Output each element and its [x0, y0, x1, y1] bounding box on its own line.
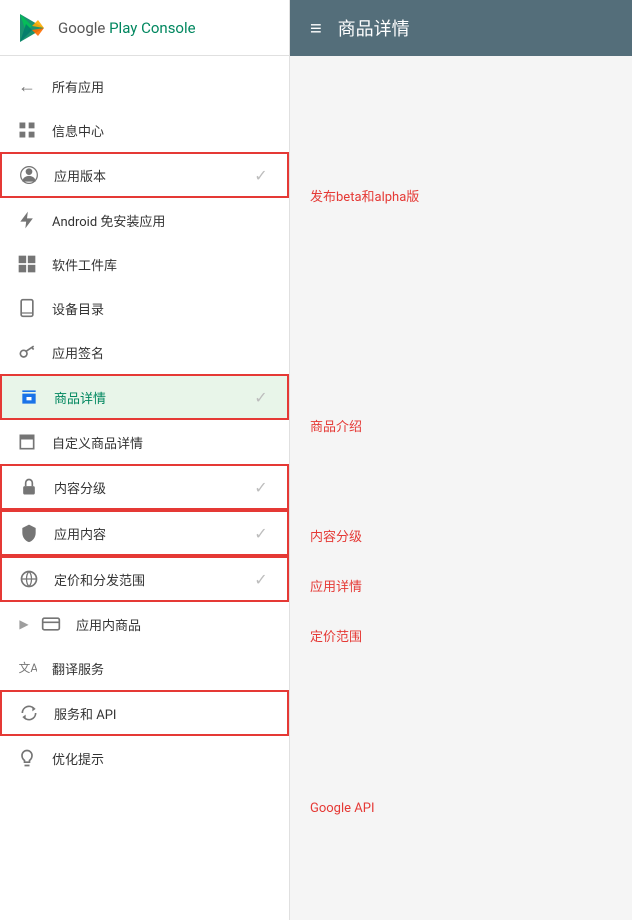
sidebar-item-android-instant[interactable]: Android 免安装应用	[0, 198, 289, 242]
shield-icon	[18, 522, 40, 544]
key-icon	[16, 341, 38, 363]
sidebar-item-in-app-products[interactable]: ▶ 应用内商品	[0, 602, 289, 646]
annotation-pricing-range: 定价范围	[310, 626, 362, 645]
app-signing-label: 应用签名	[52, 343, 273, 362]
product-details-check-icon: ✓	[251, 387, 271, 407]
hamburger-icon[interactable]: ≡	[310, 16, 322, 41]
expand-arrow-icon: ▶	[16, 616, 32, 632]
annotation-google-api: Google API	[310, 801, 374, 816]
main-body: 发布beta和alpha版 商品介绍 内容分级 应用详情 定价范围 Google…	[290, 56, 632, 920]
grid-icon	[16, 119, 38, 141]
android-instant-label: Android 免安装应用	[52, 211, 273, 230]
sidebar-item-info-center[interactable]: 信息中心	[0, 108, 289, 152]
in-app-products-label: 应用内商品	[76, 615, 273, 634]
app-content-check-icon: ✓	[251, 523, 271, 543]
services-api-label: 服务和 API	[54, 704, 271, 723]
page-title: 商品详情	[338, 15, 410, 41]
back-arrow-icon: ←	[16, 75, 38, 97]
pricing-label: 定价和分发范围	[54, 570, 251, 589]
logo-text: Google Play Console	[58, 19, 196, 37]
store-outline-icon	[16, 431, 38, 453]
store-icon	[18, 386, 40, 408]
device-catalog-label: 设备目录	[52, 299, 273, 318]
app-version-check-icon: ✓	[251, 165, 271, 185]
product-details-label: 商品详情	[54, 388, 251, 407]
sidebar-item-app-version[interactable]: 应用版本 ✓	[0, 152, 289, 198]
sidebar-item-device-catalog[interactable]: 设备目录	[0, 286, 289, 330]
custom-product-label: 自定义商品详情	[52, 433, 273, 452]
sidebar: Google Play Console ← 所有应用 信息中心 应用版本 ✓	[0, 0, 290, 920]
annotation-product-intro: 商品介绍	[310, 416, 362, 435]
sidebar-item-content-rating[interactable]: 内容分级 ✓	[0, 464, 289, 510]
sidebar-item-services-api[interactable]: 服务和 API	[0, 690, 289, 736]
svg-text:文A: 文A	[19, 661, 37, 675]
sidebar-item-app-content[interactable]: 应用内容 ✓	[0, 510, 289, 556]
annotation-app-details: 应用详情	[310, 576, 362, 595]
main-content: ≡ 商品详情 发布beta和alpha版 商品介绍 内容分级 应用详情 定价范围…	[290, 0, 632, 920]
annotation-content-rating: 内容分级	[310, 526, 362, 545]
sidebar-item-software-library[interactable]: 软件工件库	[0, 242, 289, 286]
library-icon	[16, 253, 38, 275]
sidebar-item-optimization[interactable]: 优化提示	[0, 736, 289, 780]
sidebar-item-translate[interactable]: 文A 翻译服务	[0, 646, 289, 690]
creditcard-icon	[40, 613, 62, 635]
bolt-icon	[16, 209, 38, 231]
sidebar-item-custom-product[interactable]: 自定义商品详情	[0, 420, 289, 464]
translate-label: 翻译服务	[52, 659, 273, 678]
annotation-beta-alpha: 发布beta和alpha版	[310, 186, 419, 205]
sidebar-item-product-details[interactable]: 商品详情 ✓	[0, 374, 289, 420]
app-version-label: 应用版本	[54, 166, 251, 185]
info-center-label: 信息中心	[52, 121, 273, 140]
content-rating-label: 内容分级	[54, 478, 251, 497]
sidebar-header: Google Play Console	[0, 0, 289, 56]
lock-icon	[18, 476, 40, 498]
sidebar-nav: ← 所有应用 信息中心 应用版本 ✓ Android 免安装应用	[0, 56, 289, 920]
bulb-icon	[16, 747, 38, 769]
translate-icon: 文A	[16, 657, 38, 679]
globe-icon	[18, 568, 40, 590]
content-rating-check-icon: ✓	[251, 477, 271, 497]
sidebar-item-app-signing[interactable]: 应用签名	[0, 330, 289, 374]
device-icon	[16, 297, 38, 319]
person-circle-icon	[18, 164, 40, 186]
google-play-logo-icon	[16, 12, 48, 44]
sidebar-item-pricing[interactable]: 定价和分发范围 ✓	[0, 556, 289, 602]
optimization-label: 优化提示	[52, 749, 273, 768]
all-apps-label: 所有应用	[52, 77, 273, 96]
app-content-label: 应用内容	[54, 524, 251, 543]
sync-icon	[18, 702, 40, 724]
main-header: ≡ 商品详情	[290, 0, 632, 56]
software-library-label: 软件工件库	[52, 255, 273, 274]
pricing-check-icon: ✓	[251, 569, 271, 589]
sidebar-item-all-apps[interactable]: ← 所有应用	[0, 64, 289, 108]
